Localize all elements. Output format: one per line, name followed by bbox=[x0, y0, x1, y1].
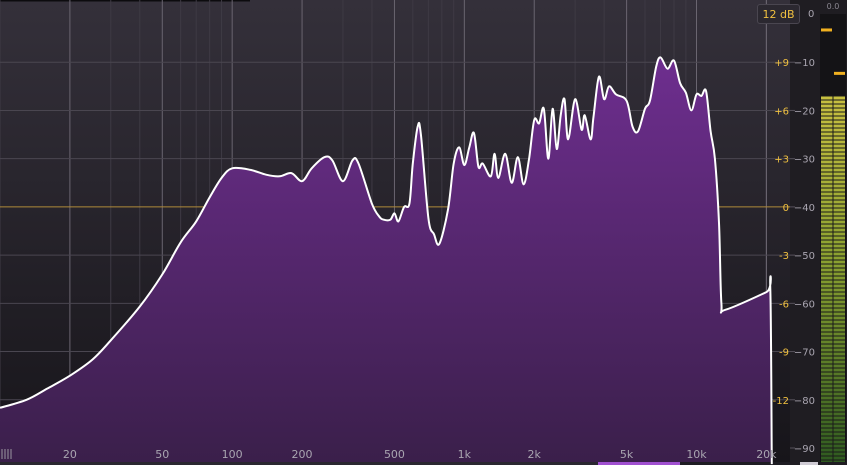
freq-tick-label: 1k bbox=[458, 448, 472, 461]
db-tick-label: −60 bbox=[794, 299, 815, 310]
gain-tick-label: -12 bbox=[773, 396, 789, 407]
meter-peak-readout: 0.0 bbox=[826, 2, 840, 11]
freq-tick-label: 50 bbox=[155, 448, 169, 461]
peak-hold-marker bbox=[834, 71, 845, 75]
db-tick-label: −20 bbox=[794, 106, 815, 117]
spectrum-analyzer: +9 +6 +3 0 -3 -6 -9 -12 −10 −20 −30 −40 −50 −60 −70 −8… bbox=[0, 0, 847, 465]
db-tick-label: −90 bbox=[794, 444, 815, 455]
gain-tick-label: -6 bbox=[779, 299, 789, 310]
gain-tick-label: -9 bbox=[779, 348, 789, 359]
gain-tick-label: +9 bbox=[774, 58, 789, 69]
freq-tick-label: 10k bbox=[686, 448, 707, 461]
freq-tick-label: 100 bbox=[222, 448, 243, 461]
gain-tick-label: 0 bbox=[783, 203, 789, 214]
freq-tick-label: 20k bbox=[756, 448, 777, 461]
range-button[interactable]: 12 dB bbox=[757, 4, 800, 24]
db-tick-label: −50 bbox=[794, 251, 815, 262]
db-tick-label: −40 bbox=[794, 203, 815, 214]
gain-tick-label: -3 bbox=[779, 251, 789, 262]
meter-zero-label: 0 bbox=[808, 9, 815, 20]
db-tick-label: −70 bbox=[794, 348, 815, 359]
freq-tick-label: 500 bbox=[384, 448, 405, 461]
db-tick-label: −10 bbox=[794, 58, 815, 69]
gain-tick-label: +6 bbox=[774, 106, 789, 117]
db-tick-label: −30 bbox=[794, 155, 815, 166]
freq-tick-label: 20 bbox=[63, 448, 77, 461]
freq-tick-label: 200 bbox=[292, 448, 313, 461]
freq-tick-label: 2k bbox=[528, 448, 542, 461]
db-tick-label: −80 bbox=[794, 396, 815, 407]
gain-tick-label: +3 bbox=[774, 155, 789, 166]
peak-marker bbox=[821, 28, 832, 32]
freq-tick-label: 5k bbox=[620, 448, 634, 461]
